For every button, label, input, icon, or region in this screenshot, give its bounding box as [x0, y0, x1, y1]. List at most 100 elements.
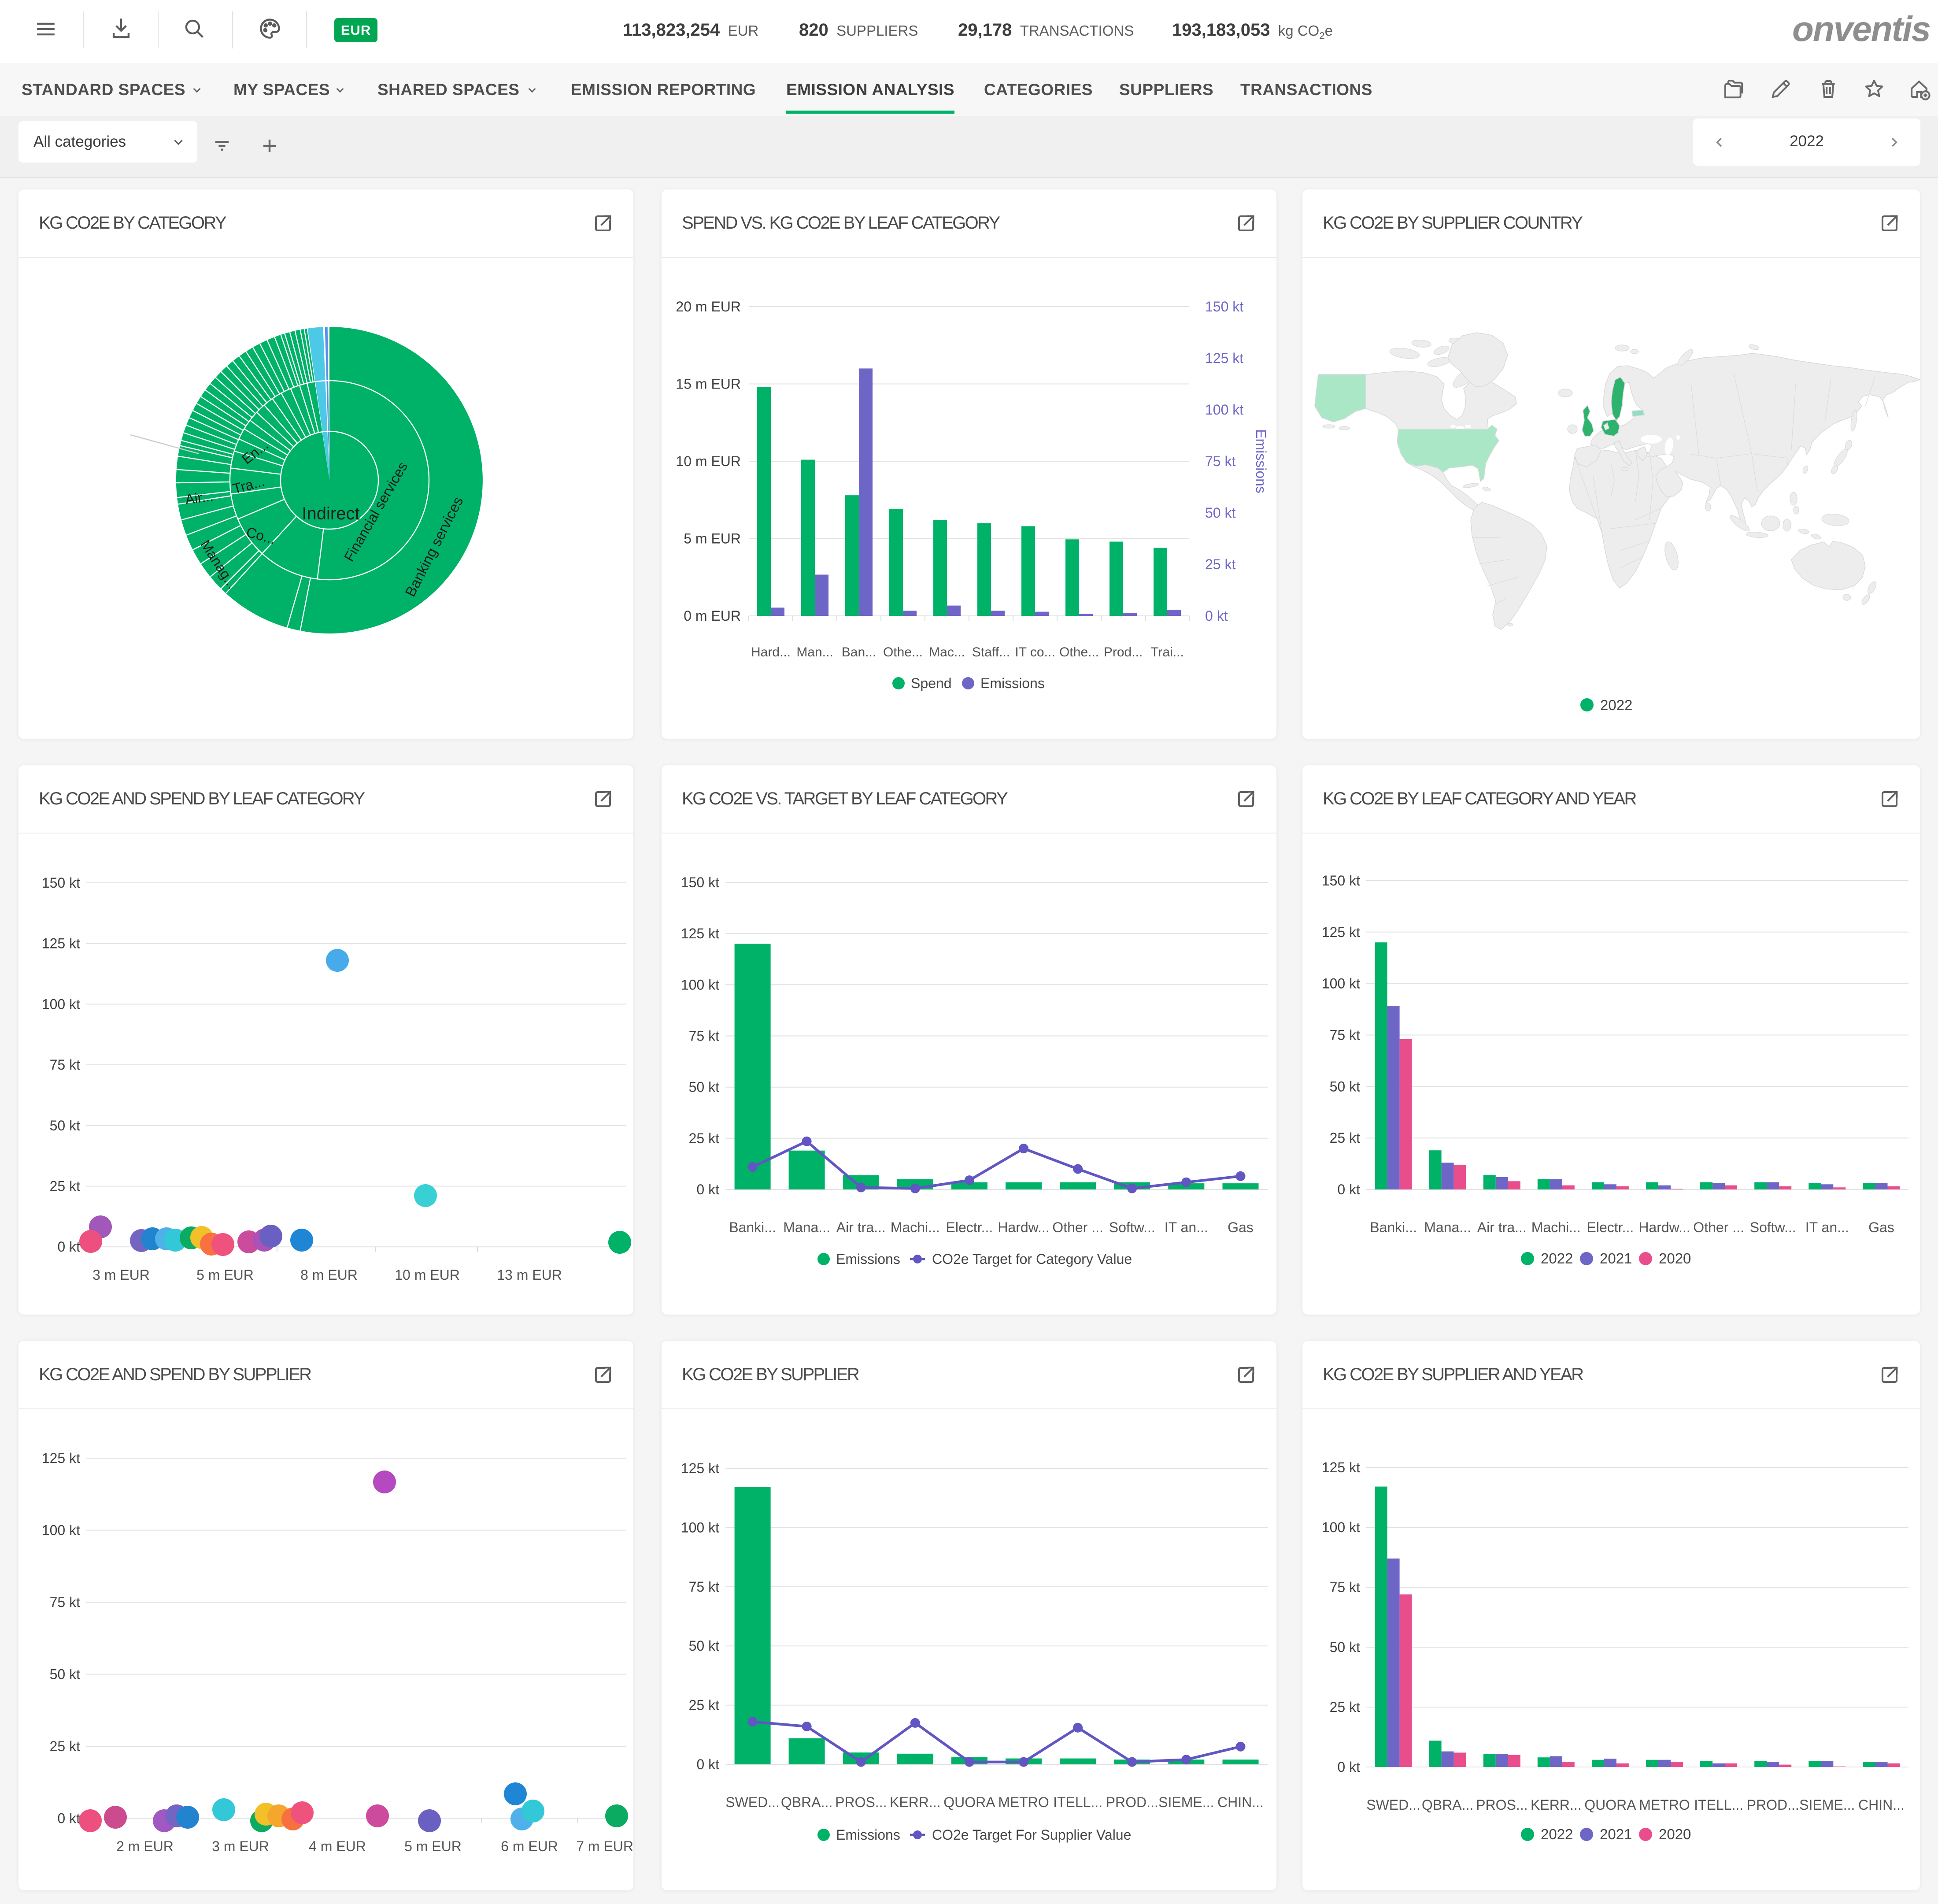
svg-text:15 m EUR: 15 m EUR — [676, 376, 741, 392]
svg-text:25 kt: 25 kt — [689, 1130, 719, 1146]
svg-text:4 m EUR: 4 m EUR — [309, 1838, 366, 1854]
svg-text:QBRA...: QBRA... — [781, 1794, 832, 1810]
svg-text:25 kt: 25 kt — [689, 1697, 719, 1713]
svg-text:150 kt: 150 kt — [1205, 299, 1243, 315]
svg-text:125 kt: 125 kt — [42, 936, 80, 952]
svg-text:Prod...: Prod... — [1104, 645, 1143, 659]
svg-text:PROS...: PROS... — [1476, 1797, 1527, 1813]
svg-text:125 kt: 125 kt — [681, 926, 719, 941]
svg-text:CHIN...: CHIN... — [1858, 1797, 1905, 1813]
svg-text:100 kt: 100 kt — [42, 996, 80, 1012]
svg-text:2022: 2022 — [1600, 697, 1632, 713]
svg-text:100 kt: 100 kt — [1322, 976, 1360, 992]
svg-text:6 m EUR: 6 m EUR — [501, 1838, 558, 1854]
svg-text:50 kt: 50 kt — [1205, 505, 1235, 521]
svg-text:25 kt: 25 kt — [1205, 556, 1235, 572]
svg-text:20 m EUR: 20 m EUR — [676, 299, 741, 315]
svg-text:7 m EUR: 7 m EUR — [576, 1838, 633, 1854]
svg-text:100 kt: 100 kt — [1322, 1519, 1360, 1535]
svg-text:Staff...: Staff... — [972, 645, 1010, 659]
svg-text:Hardw...: Hardw... — [998, 1219, 1049, 1235]
svg-text:CO2e Target For Supplier Value: CO2e Target For Supplier Value — [932, 1827, 1131, 1843]
svg-text:Emissions: Emissions — [1253, 429, 1269, 493]
svg-text:Other ...: Other ... — [1052, 1219, 1103, 1235]
svg-text:25 kt: 25 kt — [50, 1738, 80, 1754]
svg-text:QBRA...: QBRA... — [1422, 1797, 1473, 1813]
svg-text:Other ...: Other ... — [1693, 1219, 1744, 1235]
svg-text:Gas: Gas — [1868, 1219, 1894, 1235]
svg-text:50 kt: 50 kt — [50, 1118, 80, 1134]
svg-text:13 m EUR: 13 m EUR — [497, 1267, 562, 1283]
svg-text:Spend: Spend — [911, 675, 952, 691]
svg-text:Air tra...: Air tra... — [1477, 1219, 1527, 1235]
svg-text:CHIN...: CHIN... — [1217, 1794, 1264, 1810]
svg-text:Gas: Gas — [1228, 1219, 1254, 1235]
svg-text:Softw...: Softw... — [1750, 1219, 1796, 1235]
svg-text:Trai...: Trai... — [1150, 645, 1184, 659]
svg-text:150 kt: 150 kt — [1322, 873, 1360, 889]
svg-text:125 kt: 125 kt — [1322, 924, 1360, 940]
svg-text:10 m EUR: 10 m EUR — [676, 453, 741, 469]
svg-text:100 kt: 100 kt — [42, 1522, 80, 1538]
svg-text:KERR...: KERR... — [1531, 1797, 1582, 1813]
svg-text:Mana...: Mana... — [783, 1219, 830, 1235]
svg-text:3 m EUR: 3 m EUR — [92, 1267, 150, 1283]
svg-text:Hardw...: Hardw... — [1638, 1219, 1690, 1235]
svg-text:SIEME...: SIEME... — [1158, 1794, 1214, 1810]
svg-text:0 kt: 0 kt — [1205, 608, 1228, 624]
svg-text:100 kt: 100 kt — [681, 1519, 719, 1535]
svg-text:SWED...: SWED... — [725, 1794, 780, 1810]
svg-text:75 kt: 75 kt — [1205, 453, 1235, 469]
svg-text:0 kt: 0 kt — [696, 1182, 719, 1197]
svg-text:75 kt: 75 kt — [1330, 1027, 1360, 1043]
svg-text:75 kt: 75 kt — [50, 1057, 80, 1073]
svg-text:50 kt: 50 kt — [689, 1638, 719, 1654]
svg-text:QUORA: QUORA — [1584, 1797, 1636, 1813]
svg-text:PROD...: PROD... — [1106, 1794, 1158, 1810]
svg-text:Indirect: Indirect — [302, 504, 359, 523]
svg-text:IT an...: IT an... — [1805, 1219, 1849, 1235]
svg-text:IT co...: IT co... — [1015, 645, 1055, 659]
svg-text:75 kt: 75 kt — [689, 1579, 719, 1595]
svg-text:2021: 2021 — [1600, 1250, 1632, 1267]
svg-text:125 kt: 125 kt — [681, 1460, 719, 1476]
svg-text:3 m EUR: 3 m EUR — [212, 1838, 269, 1854]
svg-text:2021: 2021 — [1600, 1826, 1632, 1842]
svg-text:0 kt: 0 kt — [1337, 1759, 1360, 1775]
svg-text:5 m EUR: 5 m EUR — [196, 1267, 254, 1283]
svg-text:0 kt: 0 kt — [696, 1756, 719, 1772]
svg-text:Softw...: Softw... — [1109, 1219, 1155, 1235]
svg-text:METRO: METRO — [1639, 1797, 1690, 1813]
svg-text:SIEME...: SIEME... — [1799, 1797, 1855, 1813]
svg-text:100 kt: 100 kt — [1205, 402, 1243, 418]
svg-text:Emissions: Emissions — [836, 1251, 900, 1267]
svg-text:5 m EUR: 5 m EUR — [684, 531, 741, 547]
svg-text:Mana...: Mana... — [1424, 1219, 1471, 1235]
svg-text:CO2e Target for Category Value: CO2e Target for Category Value — [932, 1251, 1132, 1267]
svg-text:Man...: Man... — [796, 645, 833, 659]
svg-text:50 kt: 50 kt — [1330, 1078, 1360, 1094]
svg-text:Emissions: Emissions — [980, 675, 1045, 691]
svg-text:100 kt: 100 kt — [681, 977, 719, 993]
svg-text:0 kt: 0 kt — [1337, 1182, 1360, 1197]
svg-text:150 kt: 150 kt — [681, 874, 719, 890]
svg-text:IT an...: IT an... — [1165, 1219, 1208, 1235]
svg-text:0 m EUR: 0 m EUR — [684, 608, 741, 624]
svg-text:8 m EUR: 8 m EUR — [300, 1267, 358, 1283]
svg-text:Banki...: Banki... — [1370, 1219, 1417, 1235]
svg-text:0 kt: 0 kt — [57, 1811, 80, 1826]
svg-text:2020: 2020 — [1659, 1826, 1691, 1842]
svg-text:Electr...: Electr... — [946, 1219, 993, 1235]
svg-text:METRO: METRO — [998, 1794, 1049, 1810]
svg-text:5 m EUR: 5 m EUR — [404, 1838, 462, 1854]
svg-text:125 kt: 125 kt — [1322, 1459, 1360, 1475]
svg-text:25 kt: 25 kt — [1330, 1130, 1360, 1146]
svg-text:50 kt: 50 kt — [689, 1079, 719, 1095]
svg-text:Banki...: Banki... — [729, 1219, 776, 1235]
svg-text:50 kt: 50 kt — [50, 1667, 80, 1682]
svg-text:125 kt: 125 kt — [42, 1450, 80, 1466]
svg-text:QUORA: QUORA — [943, 1794, 995, 1810]
svg-text:KERR...: KERR... — [890, 1794, 941, 1810]
svg-text:ITELL...: ITELL... — [1694, 1797, 1743, 1813]
svg-text:75 kt: 75 kt — [50, 1594, 80, 1610]
